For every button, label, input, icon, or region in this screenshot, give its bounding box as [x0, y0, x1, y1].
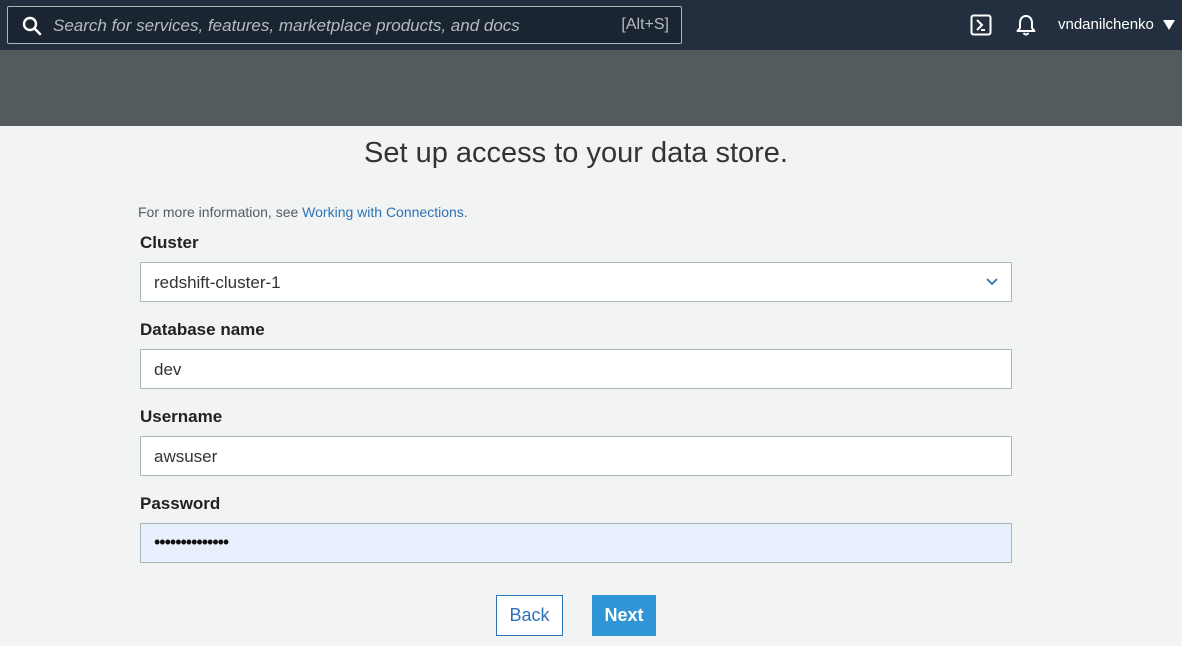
password-label: Password: [140, 494, 221, 513]
info-prefix: For more information, see: [138, 204, 303, 220]
cluster-select[interactable]: redshift-cluster-1: [140, 262, 1012, 302]
search-placeholder: Search for services, features, marketpla…: [53, 16, 520, 35]
cloudshell-icon[interactable]: [970, 14, 992, 36]
page-title: Set up access to your data store.: [364, 137, 788, 169]
bell-icon[interactable]: [1015, 13, 1037, 37]
database-name-label: Database name: [140, 320, 265, 339]
password-field[interactable]: ••••••••••••••: [140, 523, 1012, 563]
back-button[interactable]: Back: [496, 595, 563, 636]
caret-down-icon[interactable]: [1163, 20, 1175, 30]
search-box[interactable]: Search for services, features, marketpla…: [7, 6, 682, 44]
username-value: awsuser: [154, 447, 218, 466]
username-label: Username: [140, 407, 223, 426]
database-name-value: dev: [154, 360, 182, 379]
cluster-label: Cluster: [140, 233, 199, 252]
user-menu[interactable]: vndanilchenko: [1058, 16, 1154, 33]
password-value: ••••••••••••••: [154, 532, 229, 552]
cluster-value: redshift-cluster-1: [154, 273, 281, 292]
header-band: [0, 50, 1182, 126]
username-field[interactable]: awsuser: [140, 436, 1012, 476]
chevron-down-icon[interactable]: [985, 277, 999, 287]
top-navigation-bar: Search for services, features, marketpla…: [0, 0, 1182, 50]
database-name-field[interactable]: dev: [140, 349, 1012, 389]
info-text: For more information, see Working with C…: [138, 204, 468, 220]
working-with-connections-link[interactable]: Working with Connections.: [302, 204, 467, 220]
search-icon: [22, 16, 42, 36]
search-shortcut-hint: [Alt+S]: [621, 16, 669, 33]
next-button[interactable]: Next: [592, 595, 656, 636]
